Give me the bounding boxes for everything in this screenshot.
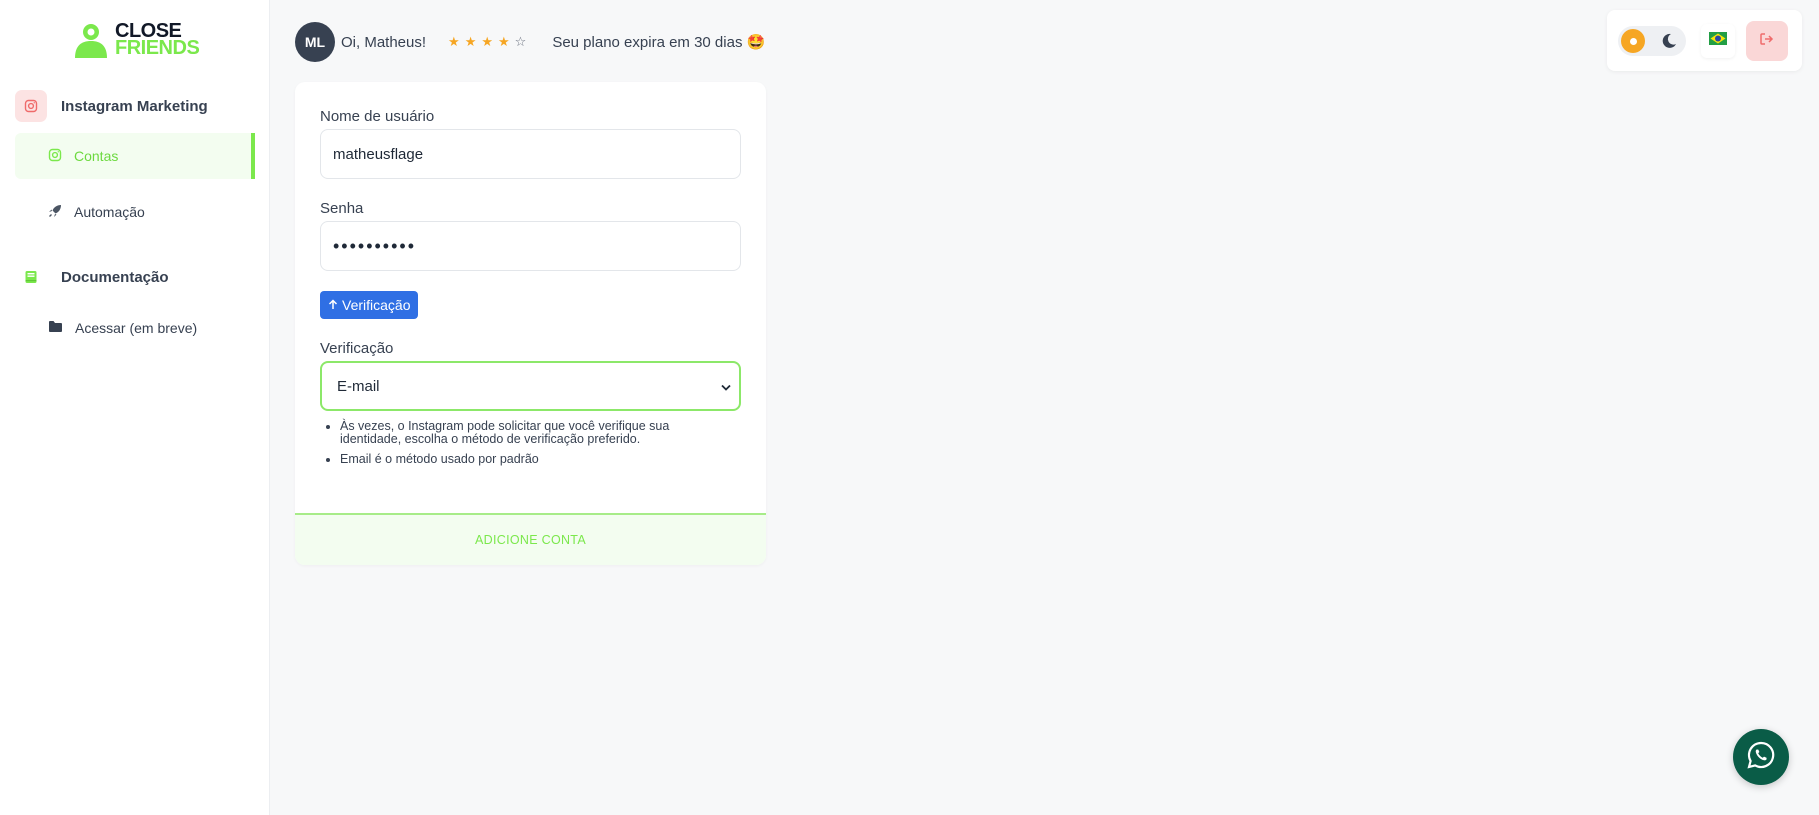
moon-icon[interactable] [1660,32,1678,50]
greeting-text: Oi, Matheus! [341,33,427,51]
app-logo[interactable]: CLOSE FRIENDS [73,21,200,59]
password-input[interactable] [320,221,741,271]
language-button[interactable] [1701,24,1735,58]
verification-button-label: Verificação [342,297,411,313]
logout-icon [1760,32,1774,50]
sun-icon[interactable] [1621,29,1645,53]
add-account-card: Nome de usuário Senha Verificação Verifi… [295,82,766,565]
avatar[interactable]: ML [295,22,335,62]
username-input[interactable] [320,129,741,179]
book-icon [15,261,47,293]
flag-brazil-icon [1709,32,1727,50]
logout-button[interactable] [1746,21,1788,61]
add-account-button[interactable]: ADICIONE CONTA [295,513,766,565]
star-filled-icon: ★ [464,34,477,49]
plan-expiry-text: Seu plano expira em 30 dias 🤩 [552,34,766,51]
instagram-icon [48,148,62,165]
sidebar-section-documentacao: Documentação [15,261,169,293]
star-empty-icon: ☆ [514,34,527,49]
verification-select-value: E-mail [337,377,380,395]
star-filled-icon: ★ [448,34,460,49]
sidebar-section-label: Instagram Marketing [61,97,208,115]
sidebar-item-acessar[interactable]: Acessar (em breve) [15,305,255,351]
verification-label: Verificação [320,340,394,357]
username-label: Nome de usuário [320,108,435,125]
whatsapp-icon [1746,740,1776,775]
sidebar-item-label: Acessar (em breve) [75,320,198,336]
sidebar-item-label: Contas [74,148,119,164]
sidebar-section-instagram-marketing: Instagram Marketing [15,90,208,122]
top-header: ML Oi, Matheus! ★ ★ ★ ★ ☆ Seu plano expi… [295,22,765,62]
sidebar-section-label: Documentação [61,268,169,286]
theme-toggle[interactable] [1618,26,1686,56]
star-filled-icon: ★ [481,34,494,49]
verification-button[interactable]: Verificação [320,291,419,319]
rating-stars: ★ ★ ★ ★ ☆ [448,34,526,50]
chevron-down-icon [721,378,731,395]
sidebar-item-automacao[interactable]: Automação [15,189,255,235]
rocket-icon [48,204,62,221]
logo-person-icon [73,22,109,58]
star-filled-icon: ★ [498,34,510,49]
arrow-up-icon [328,297,338,313]
folder-icon [48,320,63,336]
sidebar-item-contas[interactable]: Contas [15,133,255,179]
verification-select[interactable]: E-mail [320,361,741,411]
password-label: Senha [320,200,364,217]
logo-text-friends: FRIENDS [115,37,200,59]
whatsapp-button[interactable] [1733,729,1789,785]
verification-hints: Às vezes, o Instagram pode solicitar que… [340,420,720,473]
top-controls [1607,10,1802,71]
sidebar-item-label: Automação [74,204,145,220]
sidebar: CLOSE FRIENDS Instagram Marketing Contas [0,0,270,815]
hint-item: Às vezes, o Instagram pode solicitar que… [340,420,720,446]
instagram-icon [15,90,47,122]
hint-item: Email é o método usado por padrão [340,453,720,466]
